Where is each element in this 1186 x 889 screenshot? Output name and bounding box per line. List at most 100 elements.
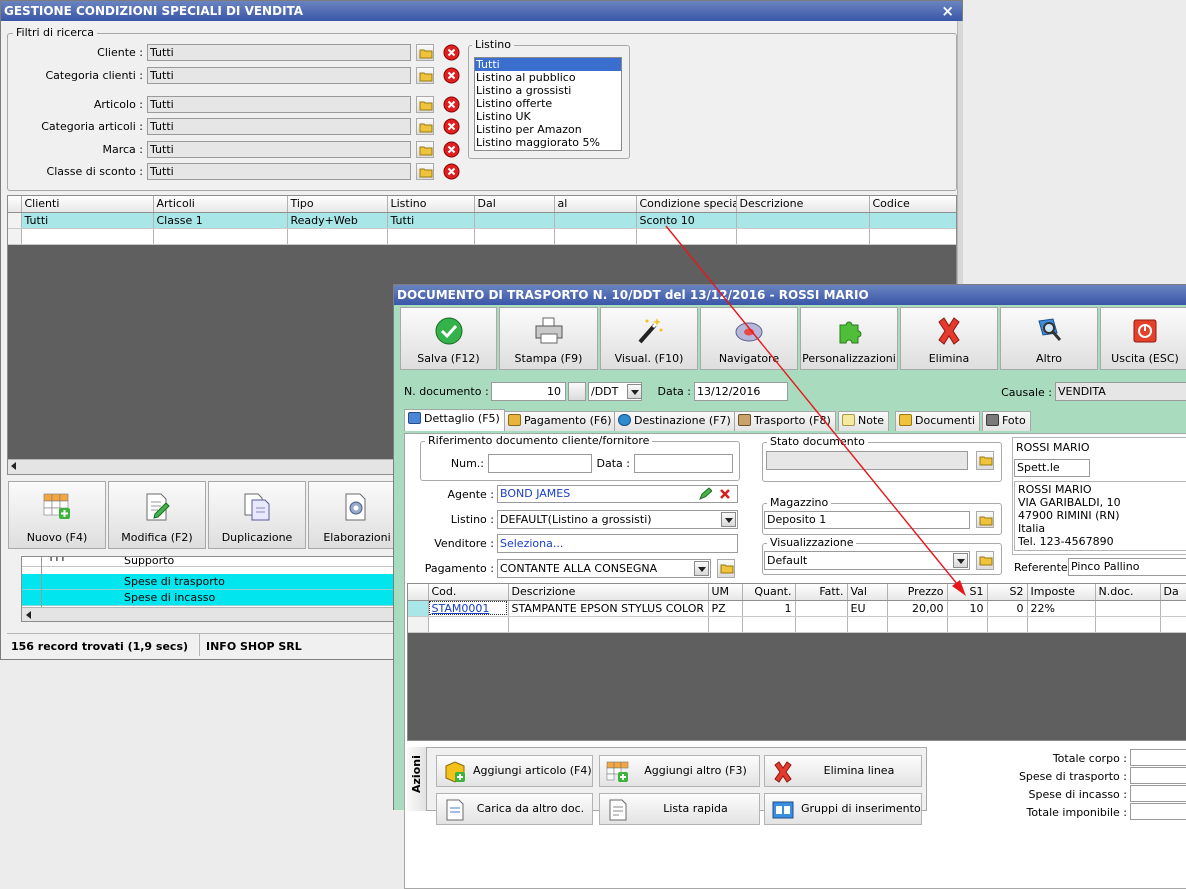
listino-option[interactable]: Listino per Amazon — [475, 123, 621, 136]
tab-pagamento[interactable]: Pagamento (F6) — [504, 411, 617, 431]
chevron-down-icon[interactable] — [953, 553, 968, 568]
grid-cell[interactable]: 10 — [947, 600, 988, 617]
price-list-select[interactable]: DEFAULT(Listino a grossisti) — [497, 510, 738, 529]
grid-header[interactable]: Tipo — [287, 196, 388, 213]
grid-header[interactable]: UM — [708, 584, 743, 601]
seller-field[interactable]: Seleziona... — [497, 534, 738, 553]
filter-classe-sconto-field[interactable]: Tutti — [147, 163, 411, 180]
listino-option[interactable]: Listino maggiorato 5% — [475, 136, 621, 149]
listino-listbox[interactable]: Tutti Listino al pubblico Listino a gros… — [474, 57, 622, 151]
add-other-button[interactable]: Aggiungi altro (F3) — [599, 755, 760, 787]
pencil-icon[interactable] — [698, 487, 712, 501]
clear-icon[interactable] — [719, 488, 731, 500]
listino-option[interactable]: Listino al pubblico — [475, 71, 621, 84]
load-other-doc-button[interactable]: Carica da altro doc. — [436, 793, 593, 825]
grid-cell[interactable] — [8, 212, 22, 229]
grid-cell[interactable]: Ready+Web — [287, 212, 388, 229]
grid-cell[interactable]: 22% — [1027, 600, 1096, 617]
print-button[interactable]: Stampa (F9) — [499, 307, 598, 370]
folder-icon[interactable] — [976, 451, 994, 470]
folder-icon[interactable] — [976, 511, 994, 528]
delete-line-button[interactable]: Elimina linea — [764, 755, 922, 787]
grid-header[interactable]: Clienti — [21, 196, 154, 213]
table-row[interactable]: Tutti Classe 1 Ready+Web Tutti Sconto 10 — [8, 212, 956, 229]
grid-header[interactable]: Prezzo — [887, 584, 948, 601]
grid-cell[interactable] — [1095, 600, 1161, 617]
warehouse-field[interactable]: Deposito 1 — [764, 511, 970, 529]
tab-dettaglio[interactable]: Dettaglio (F5) — [404, 409, 505, 431]
tab-foto[interactable]: Foto — [982, 411, 1031, 431]
preview-button[interactable]: Visual. (F10) — [600, 307, 698, 370]
table-row[interactable]: Spese di trasporto — [22, 574, 396, 590]
table-row[interactable] — [8, 228, 956, 245]
grid-header[interactable]: al — [554, 196, 637, 213]
collection-costs-field[interactable] — [1130, 785, 1186, 802]
chevron-down-icon[interactable] — [694, 561, 709, 576]
document-number-spinner[interactable] — [568, 382, 586, 401]
listino-option[interactable]: Tutti — [475, 58, 621, 71]
document-lines-grid[interactable]: Cod. Descrizione UM Quant. Fatt. Val Pre… — [407, 583, 1186, 741]
folder-icon[interactable] — [416, 96, 434, 113]
grid-cell[interactable] — [408, 600, 429, 617]
grid-header[interactable]: S1 — [947, 584, 988, 601]
horizontal-scrollbar[interactable] — [8, 459, 398, 474]
listino-option[interactable]: Listino a grossisti — [475, 84, 621, 97]
folder-icon[interactable] — [416, 141, 434, 158]
scroll-left-icon[interactable] — [26, 611, 31, 619]
delete-icon[interactable] — [443, 96, 460, 113]
grid-header[interactable] — [408, 584, 429, 601]
grid-cell[interactable]: 1 — [742, 600, 796, 617]
customizations-button[interactable]: Personalizzazioni — [800, 307, 898, 370]
tab-note[interactable]: Note — [838, 411, 890, 431]
insertion-groups-button[interactable]: Gruppi di inserimento — [764, 793, 922, 825]
grid-header[interactable]: N.doc. — [1095, 584, 1161, 601]
grid-header[interactable]: Da — [1160, 584, 1186, 601]
delete-icon[interactable] — [443, 163, 460, 180]
window-title-bar[interactable]: GESTIONE CONDIZIONI SPECIALI DI VENDITA … — [1, 1, 962, 21]
delete-icon[interactable] — [443, 141, 460, 158]
table-row[interactable]: Spese di incasso — [22, 590, 396, 606]
grid-header[interactable]: Descrizione — [508, 584, 709, 601]
shipping-costs-field[interactable] — [1130, 767, 1186, 784]
grid-header[interactable]: Val — [847, 584, 888, 601]
grid-cell[interactable] — [736, 212, 870, 229]
grid-cell[interactable] — [869, 212, 956, 229]
folder-icon[interactable] — [416, 44, 434, 61]
delete-icon[interactable] — [443, 44, 460, 61]
document-status-field[interactable] — [766, 451, 968, 470]
grid-header[interactable]: Dal — [474, 196, 555, 213]
filter-marca-field[interactable]: Tutti — [147, 141, 411, 158]
table-row[interactable] — [408, 616, 1186, 633]
folder-icon[interactable] — [416, 163, 434, 180]
grid-header[interactable]: Cod. — [428, 584, 509, 601]
grid-cell[interactable]: 0 — [987, 600, 1028, 617]
chevron-down-icon[interactable] — [627, 384, 642, 399]
causale-field[interactable]: VENDITA — [1055, 382, 1186, 401]
tab-documenti[interactable]: Documenti — [895, 411, 981, 431]
listino-option[interactable]: Listino offerte — [475, 97, 621, 110]
save-button[interactable]: Salva (F12) — [400, 307, 497, 370]
grid-header[interactable]: Fatt. — [795, 584, 848, 601]
more-button[interactable]: Altro — [1000, 307, 1098, 370]
delete-icon[interactable] — [443, 67, 460, 84]
listino-option[interactable]: Listino UK — [475, 110, 621, 123]
grid-header[interactable]: Articoli — [153, 196, 288, 213]
filter-articolo-field[interactable]: Tutti — [147, 96, 411, 113]
grid-cell[interactable] — [1160, 600, 1186, 617]
grid-cell[interactable]: STAM0001 — [428, 600, 509, 617]
duplicate-button[interactable]: Duplicazione — [208, 481, 306, 549]
chevron-down-icon[interactable] — [721, 512, 736, 527]
horizontal-scrollbar[interactable] — [22, 607, 396, 621]
grid-cell[interactable]: STAMPANTE EPSON STYLUS COLOR C... — [508, 600, 709, 617]
grid-cell[interactable]: Sconto 10 — [636, 212, 737, 229]
grid-cell[interactable]: Classe 1 — [153, 212, 288, 229]
scroll-left-icon[interactable] — [11, 462, 16, 470]
folder-icon[interactable] — [416, 118, 434, 135]
reference-date-field[interactable] — [634, 454, 733, 473]
grid-header[interactable]: Quant. — [742, 584, 796, 601]
grid-header[interactable]: Descrizione — [736, 196, 870, 213]
grid-cell[interactable]: Tutti — [21, 212, 154, 229]
table-row[interactable]: STAM0001 STAMPANTE EPSON STYLUS COLOR C.… — [408, 600, 1186, 617]
grid-header[interactable]: Codice — [869, 196, 956, 213]
grid-cell[interactable] — [795, 600, 848, 617]
